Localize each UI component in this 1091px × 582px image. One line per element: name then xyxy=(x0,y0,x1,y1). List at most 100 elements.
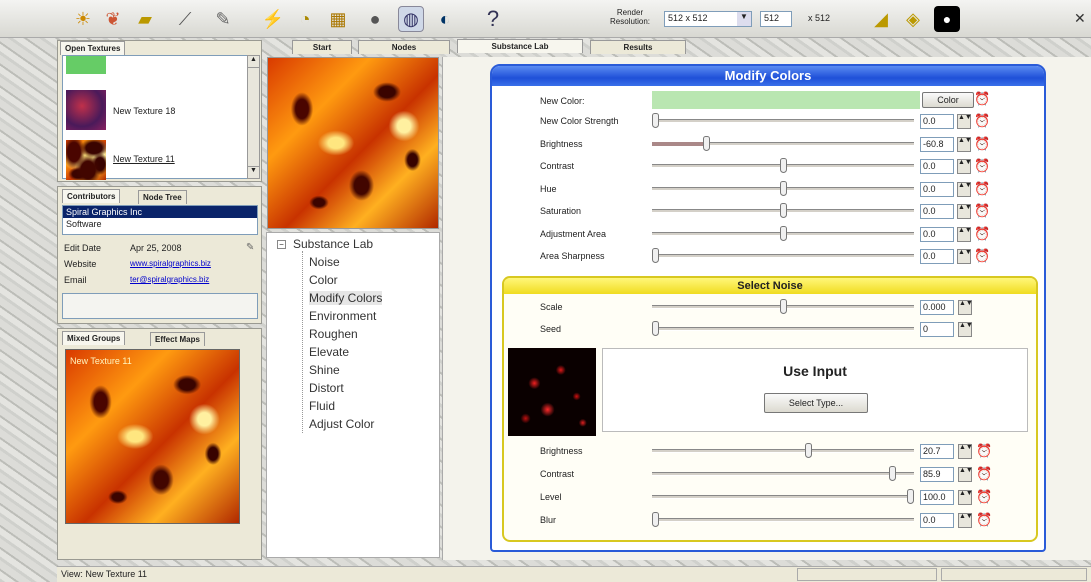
tree-item-noise[interactable]: Noise xyxy=(309,255,340,269)
value-input[interactable]: -60.8 xyxy=(920,136,954,152)
spinner-icon[interactable]: ▲▼ xyxy=(957,159,972,174)
tab-results[interactable]: Results xyxy=(590,40,686,54)
property-slider[interactable] xyxy=(652,135,914,151)
value-input[interactable]: 0.0 xyxy=(920,181,954,197)
scroll-up-icon[interactable]: ▲ xyxy=(248,56,259,68)
property-slider[interactable] xyxy=(652,489,914,504)
spinner-icon[interactable]: ▲▼ xyxy=(957,204,972,219)
list-item[interactable]: Spiral Graphics Inc xyxy=(63,206,257,218)
slider-thumb[interactable] xyxy=(780,180,787,196)
property-slider[interactable] xyxy=(652,299,914,314)
value-input[interactable]: 20.7 xyxy=(920,444,954,459)
spinner-icon[interactable]: ▲▼ xyxy=(957,249,972,264)
bolt-icon[interactable]: ⚡ xyxy=(260,6,286,32)
spinner-icon[interactable]: ▲▼ xyxy=(958,490,973,505)
property-slider[interactable] xyxy=(652,158,914,173)
chevron-down-icon[interactable]: ▼ xyxy=(737,12,751,26)
list-item[interactable]: Software xyxy=(63,218,257,230)
leaf-icon[interactable]: ❦ xyxy=(100,6,126,32)
alarm-icon[interactable]: ⏰ xyxy=(974,159,990,174)
slider-thumb[interactable] xyxy=(780,158,787,173)
value-input[interactable]: 0.0 xyxy=(920,513,954,528)
preview-icon[interactable]: ● xyxy=(934,6,960,32)
tab-effect-maps[interactable]: Effect Maps xyxy=(150,332,205,346)
slider-thumb[interactable] xyxy=(652,321,659,336)
spinner-icon[interactable]: ▲▼ xyxy=(957,181,972,197)
tree-item-shine[interactable]: Shine xyxy=(309,363,340,377)
tree-item-fluid[interactable]: Fluid xyxy=(309,399,335,413)
slider-thumb[interactable] xyxy=(652,512,659,527)
tree-item-elevate[interactable]: Elevate xyxy=(309,345,349,359)
property-slider[interactable] xyxy=(652,443,914,458)
alarm-icon[interactable]: ⏰ xyxy=(974,114,990,129)
tab-start[interactable]: Start xyxy=(292,40,352,54)
alarm-icon[interactable]: ⏰ xyxy=(976,490,992,505)
texture-thumb-purple[interactable] xyxy=(66,90,106,130)
texture-thumb-green[interactable] xyxy=(66,56,106,74)
spinner-icon[interactable]: ▲▼ xyxy=(958,467,973,482)
alarm-icon[interactable]: ⏰ xyxy=(974,204,990,219)
tree-item-adjust-color[interactable]: Adjust Color xyxy=(309,417,374,431)
slider-thumb[interactable] xyxy=(907,489,914,504)
tab-substance-lab[interactable]: Substance Lab xyxy=(457,39,583,53)
notes-field[interactable] xyxy=(62,293,258,319)
tree-root-label[interactable]: Substance Lab xyxy=(293,237,373,251)
slider-thumb[interactable] xyxy=(805,443,812,458)
value-input[interactable]: 0 xyxy=(920,322,954,337)
tree-item-color[interactable]: Color xyxy=(309,273,338,287)
slider-thumb[interactable] xyxy=(780,299,787,314)
help-icon[interactable]: ◐ xyxy=(432,6,458,32)
alarm-icon[interactable]: ⏰ xyxy=(974,226,990,242)
slider-thumb[interactable] xyxy=(780,225,787,241)
tiles-icon[interactable]: ◢ xyxy=(868,6,894,32)
property-slider[interactable] xyxy=(652,321,914,336)
globe-icon[interactable]: ◍ xyxy=(398,6,424,32)
slider-thumb[interactable] xyxy=(652,248,659,263)
slider-thumb[interactable] xyxy=(703,135,710,151)
slider-thumb[interactable] xyxy=(889,466,896,481)
value-input[interactable]: 100.0 xyxy=(920,490,954,505)
scroll-down-icon[interactable]: ▼ xyxy=(248,166,259,178)
value-input[interactable]: 0.0 xyxy=(920,249,954,264)
alarm-icon[interactable]: ⏰ xyxy=(976,513,992,528)
select-type-button[interactable]: Select Type... xyxy=(764,393,868,413)
value-input[interactable]: 85.9 xyxy=(920,467,954,482)
color-button[interactable]: Color xyxy=(922,92,974,108)
texture-item-label[interactable]: New Texture 18 xyxy=(113,106,175,116)
spinner-icon[interactable]: ▲▼ xyxy=(958,513,973,528)
tab-open-textures[interactable]: Open Textures xyxy=(60,41,126,55)
value-input[interactable]: 0.0 xyxy=(920,226,954,242)
spinner-icon[interactable]: ▲▼ xyxy=(958,444,973,459)
spinner-icon[interactable]: ▲▼ xyxy=(958,322,973,337)
website-link[interactable]: www.spiralgraphics.biz xyxy=(130,259,211,268)
slider-thumb[interactable] xyxy=(780,203,787,218)
sun-icon[interactable]: ☀ xyxy=(70,6,96,32)
tab-contributors[interactable]: Contributors xyxy=(62,189,121,203)
tab-mixed-groups[interactable]: Mixed Groups xyxy=(62,331,126,345)
value-input[interactable]: 0.0 xyxy=(920,204,954,219)
resolution-select[interactable]: 512 x 512 ▼ xyxy=(664,11,752,27)
property-slider[interactable] xyxy=(652,512,914,527)
new-color-swatch[interactable] xyxy=(652,91,920,109)
alarm-icon[interactable]: ⏰ xyxy=(974,92,990,107)
email-link[interactable]: ter@spiralgraphics.biz xyxy=(130,275,209,284)
texture-item-label[interactable]: New Texture 11 xyxy=(113,154,175,164)
tree-item-environment[interactable]: Environment xyxy=(309,309,376,323)
close-icon[interactable]: ✕ xyxy=(1074,10,1086,27)
alarm-icon[interactable]: ⏰ xyxy=(974,136,990,152)
property-slider[interactable] xyxy=(652,203,914,218)
value-input[interactable]: 0.000 xyxy=(920,300,954,315)
spinner-icon[interactable]: ▲▼ xyxy=(957,226,972,242)
vertical-scrollbar[interactable]: ▲ ▼ xyxy=(247,55,260,179)
spinner-icon[interactable]: ▲▼ xyxy=(957,136,972,152)
edit-icon[interactable]: ✎ xyxy=(246,242,254,253)
alarm-icon[interactable]: ⏰ xyxy=(976,444,992,459)
shapes-icon[interactable]: ✎ xyxy=(210,6,236,32)
tree-item-modify-colors[interactable]: Modify Colors xyxy=(309,291,383,305)
value-input[interactable]: 0.0 xyxy=(920,159,954,174)
alarm-icon[interactable]: ⏰ xyxy=(974,249,990,264)
texture-thumb-fire[interactable] xyxy=(66,140,106,180)
property-slider[interactable] xyxy=(652,248,914,263)
spinner-icon[interactable]: ▲▼ xyxy=(958,300,973,315)
width-input[interactable]: 512 xyxy=(760,11,792,27)
